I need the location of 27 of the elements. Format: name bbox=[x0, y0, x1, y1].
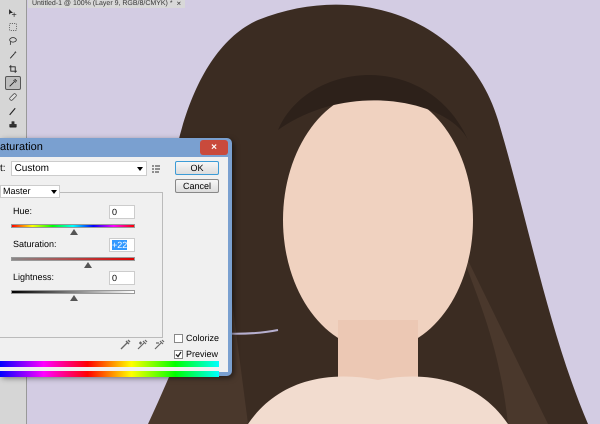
value-field[interactable]: 0 bbox=[109, 271, 135, 285]
eyedropper-plus-icon[interactable] bbox=[137, 339, 148, 350]
slider-label: Saturation: bbox=[12, 238, 57, 252]
value-field[interactable]: 0 bbox=[109, 205, 135, 219]
checkbox-label: Colorize bbox=[186, 332, 220, 345]
eyedropper-tool-icon[interactable] bbox=[5, 76, 21, 90]
checkbox-label: Preview bbox=[186, 348, 218, 360]
slider-thumb[interactable] bbox=[70, 295, 78, 301]
eyedropper-icon[interactable] bbox=[120, 339, 131, 350]
checkbox[interactable] bbox=[174, 350, 183, 359]
caret-icon bbox=[136, 166, 143, 170]
slider-label: Hue: bbox=[12, 205, 32, 218]
close-icon[interactable]: × bbox=[176, 0, 182, 8]
menu-icon[interactable] bbox=[152, 164, 162, 172]
eyedropper-minus-icon[interactable] bbox=[154, 339, 165, 350]
slider-thumb[interactable] bbox=[70, 229, 78, 235]
preset-label: t: bbox=[0, 162, 6, 176]
preset-dropdown[interactable]: Custom bbox=[10, 161, 147, 176]
slider-label: Lightness: bbox=[12, 271, 54, 284]
checkbox[interactable] bbox=[174, 334, 183, 344]
cancel-button[interactable]: Cancel bbox=[175, 179, 219, 193]
dialog-title: aturation bbox=[0, 140, 43, 156]
close-button[interactable]: × bbox=[200, 140, 228, 155]
caret-icon bbox=[51, 190, 57, 194]
ok-button[interactable]: OK bbox=[175, 161, 219, 175]
slider-thumb[interactable] bbox=[84, 262, 92, 268]
master-dropdown[interactable]: Master bbox=[0, 185, 60, 198]
